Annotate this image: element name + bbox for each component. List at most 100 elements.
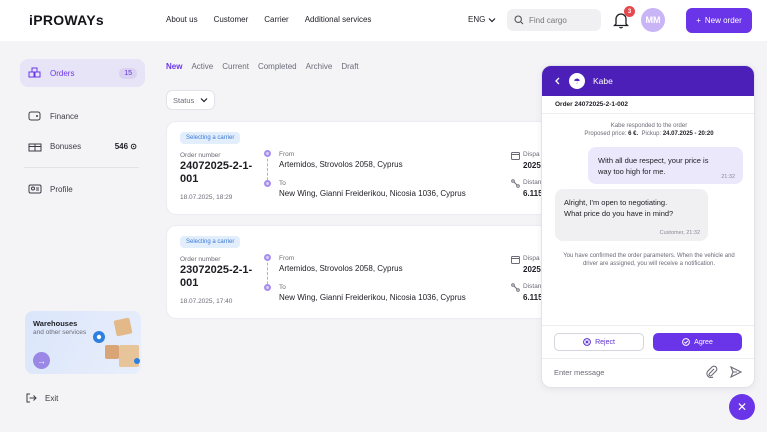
search-input[interactable] — [529, 15, 595, 25]
nav-carrier[interactable]: Carrier — [264, 15, 288, 24]
order-date: 18.07.2025, 18:29 — [180, 194, 233, 201]
distance-label: Distan — [523, 283, 542, 290]
route-from-dot — [264, 150, 271, 157]
sidebar-item-bonuses[interactable]: Bonuses 546 ⊙ — [20, 132, 145, 160]
from-address: Artemidos, Strovolos 2058, Cyprus — [279, 264, 403, 273]
route-to-dot — [264, 284, 271, 291]
sidebar-orders-label: Orders — [50, 68, 75, 78]
avatar[interactable]: MM — [641, 8, 665, 32]
status-filter-label: Status — [173, 95, 195, 105]
chat-order-title: Order 24072025-2-1-002 — [555, 101, 628, 108]
orders-count-badge: 15 — [119, 67, 137, 79]
order-date: 18.07.2025, 17:40 — [180, 298, 233, 305]
chevron-left-icon[interactable] — [554, 77, 561, 85]
order-number: 24072025-2-1-001 — [180, 160, 253, 185]
tab-archive[interactable]: Archive — [306, 62, 333, 71]
new-order-label: New order — [704, 16, 742, 25]
chat-header: ☂ Kabe — [542, 66, 754, 96]
tab-active[interactable]: Active — [191, 62, 213, 71]
chat-contact-name: Kabe — [593, 76, 613, 86]
sidebar-item-orders[interactable]: Orders 15 — [20, 59, 145, 87]
promo-title: Warehouses — [33, 319, 78, 328]
sidebar-bonuses-label: Bonuses — [50, 141, 82, 151]
dispatch-label: Dispa — [523, 151, 540, 158]
sidebar-finance-label: Finance — [50, 111, 79, 121]
message-time: 21:32 — [721, 174, 735, 180]
message-text: With all due respect, your price is way … — [598, 156, 709, 176]
to-label: To — [279, 284, 286, 291]
carrier-avatar: ☂ — [569, 73, 585, 89]
language-selector[interactable]: ENG — [468, 15, 496, 24]
wallet-icon — [28, 111, 41, 121]
route-to-dot — [264, 180, 271, 187]
paperclip-icon[interactable] — [705, 365, 718, 378]
search-box — [507, 9, 601, 31]
from-label: From — [279, 151, 295, 158]
message-meta: Customer, 21:32 — [659, 230, 700, 236]
nav-additional-services[interactable]: Additional services — [305, 15, 372, 24]
message-outgoing: With all due respect, your price is way … — [588, 147, 743, 184]
order-card[interactable]: Selecting a carrier Order number 2407202… — [166, 121, 566, 215]
order-number: 23072025-2-1-001 — [180, 264, 253, 289]
send-icon[interactable] — [730, 366, 742, 378]
agree-button[interactable]: Agree — [653, 333, 742, 351]
order-tabs: New Active Current Completed Archive Dra… — [166, 62, 359, 71]
chevron-down-icon — [488, 17, 496, 22]
calendar-icon — [511, 256, 520, 264]
tab-draft[interactable]: Draft — [341, 62, 358, 71]
distance-value: 6.115 — [523, 189, 543, 198]
status-badge: Selecting a carrier — [180, 132, 241, 144]
boxes-illustration — [93, 317, 140, 367]
search-icon — [514, 15, 524, 25]
exit-link[interactable]: Exit — [25, 392, 58, 404]
distance-value: 6.115 — [523, 293, 543, 302]
to-address: New Wing, Gianni Freiderikou, Nicosia 10… — [279, 189, 466, 198]
status-filter-dropdown[interactable]: Status — [166, 90, 215, 110]
tab-completed[interactable]: Completed — [258, 62, 297, 71]
system-message-confirm: You have confirmed the order parameters.… — [563, 253, 735, 267]
new-order-button[interactable]: + New order — [686, 8, 752, 33]
logout-icon — [26, 393, 37, 403]
bonuses-value: 546 ⊙ — [114, 141, 137, 151]
message-text: Alright, I'm open to negotiating. What p… — [564, 198, 674, 218]
tab-current[interactable]: Current — [222, 62, 249, 71]
status-badge: Selecting a carrier — [180, 236, 241, 248]
arrow-right-icon[interactable]: → — [33, 352, 50, 369]
from-address: Artemidos, Strovolos 2058, Cyprus — [279, 160, 403, 169]
promo-subtitle: and other services — [33, 329, 87, 336]
tab-new[interactable]: New — [166, 62, 182, 71]
to-address: New Wing, Gianni Freiderikou, Nicosia 10… — [279, 293, 466, 302]
sidebar-item-finance[interactable]: Finance — [20, 102, 145, 130]
sidebar-profile-label: Profile — [50, 184, 73, 194]
sidebar-item-profile[interactable]: Profile — [20, 175, 145, 203]
id-card-icon — [28, 184, 42, 194]
logo[interactable]: iPROWAYs — [29, 12, 104, 28]
chevron-down-icon — [200, 98, 208, 103]
to-label: To — [279, 180, 286, 187]
message-input[interactable] — [554, 368, 694, 377]
reject-button[interactable]: Reject — [554, 333, 644, 351]
distance-label: Distan — [523, 179, 542, 186]
close-circle-icon — [583, 338, 591, 346]
dispatch-label: Dispa — [523, 255, 540, 262]
warehouses-promo-card[interactable]: Warehouses and other services → — [25, 311, 141, 374]
nav-customer[interactable]: Customer — [214, 15, 249, 24]
reject-label: Reject — [595, 338, 615, 346]
route-icon — [511, 179, 520, 188]
chat-panel: ☂ Kabe Order 24072025-2-1-002 Kabe respo… — [541, 65, 755, 388]
route-from-dot — [264, 254, 271, 261]
order-number-label: Order number — [180, 256, 221, 263]
order-number-label: Order number — [180, 152, 221, 159]
boxes-icon — [28, 67, 41, 78]
system-message-response: Kabe responded to the order Proposed pri… — [584, 123, 714, 137]
sidebar-divider — [24, 167, 139, 168]
from-label: From — [279, 255, 295, 262]
chat-divider — [542, 113, 754, 114]
language-label: ENG — [468, 15, 486, 24]
message-incoming: Alright, I'm open to negotiating. What p… — [555, 189, 708, 241]
order-card[interactable]: Selecting a carrier Order number 2307202… — [166, 225, 566, 319]
nav-about-us[interactable]: About us — [166, 15, 198, 24]
close-chat-button[interactable]: ✕ — [729, 394, 755, 420]
chat-divider — [542, 358, 754, 359]
route-icon — [511, 283, 520, 292]
